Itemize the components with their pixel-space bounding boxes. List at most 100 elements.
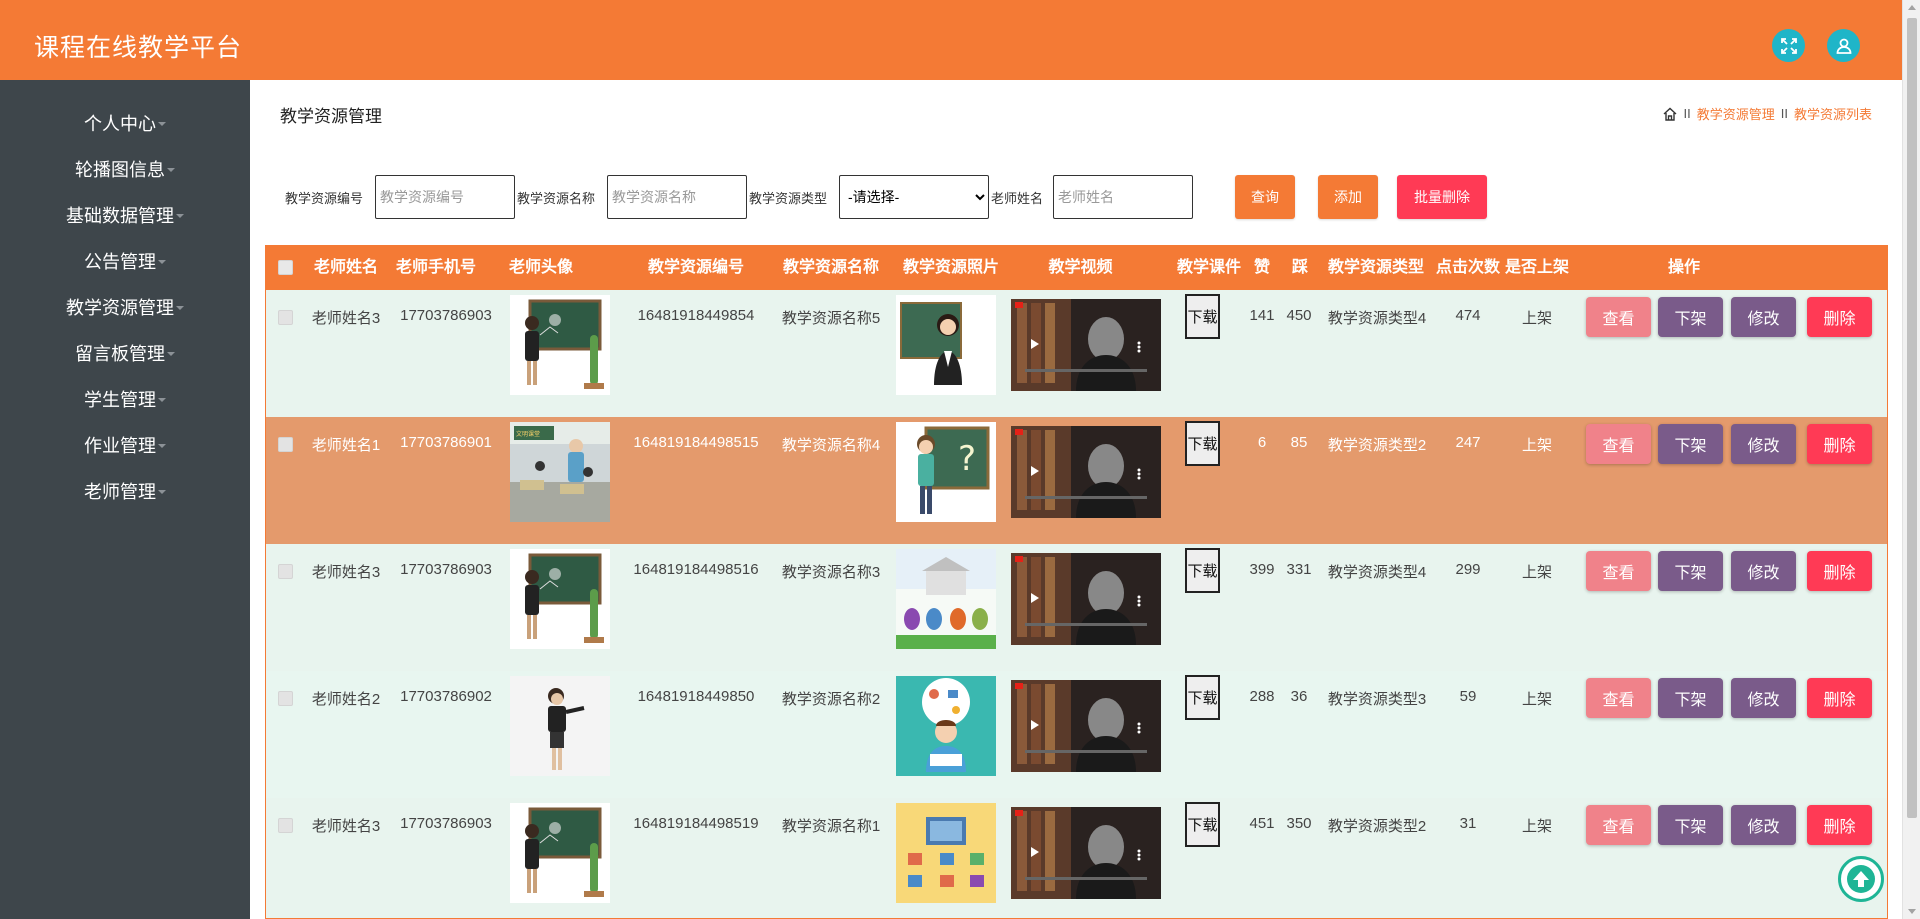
chevron-down-icon <box>158 490 166 494</box>
col-actions[interactable]: 操作 <box>1634 246 1734 290</box>
code-label: 教学资源编号 <box>285 191 364 206</box>
col-teacher-phone[interactable]: 老师手机号 <box>391 246 481 290</box>
sidebar-item-carousel[interactable]: 轮播图信息 <box>0 149 250 189</box>
cell-status: 上架 <box>1521 818 1552 835</box>
chevron-down-icon <box>158 398 166 402</box>
svg-text:文明课堂: 文明课堂 <box>516 430 540 438</box>
breadcrumb-level1[interactable]: 教学资源管理 <box>1697 104 1775 123</box>
view-button[interactable]: 查看 <box>1586 424 1651 464</box>
edit-button[interactable]: 修改 <box>1731 551 1796 591</box>
col-resource-code[interactable]: 教学资源编号 <box>636 246 756 290</box>
scrollbar-thumb[interactable] <box>1907 18 1917 818</box>
download-courseware-button[interactable]: 下载 <box>1185 548 1220 593</box>
table-row[interactable]: 老师姓名3 17703786903 164819184498519 教学资源名称… <box>266 798 1887 918</box>
unshelf-button[interactable]: 下架 <box>1658 297 1723 337</box>
edit-button[interactable]: 修改 <box>1731 678 1796 718</box>
row-checkbox[interactable] <box>278 564 293 579</box>
row-checkbox[interactable] <box>278 818 293 833</box>
resource-photo-image <box>896 295 996 395</box>
sidebar-item-personal-center[interactable]: 个人中心 <box>0 103 250 143</box>
teaching-video-thumbnail[interactable] <box>1011 299 1161 391</box>
scroll-down-arrow-icon[interactable] <box>1908 909 1916 914</box>
delete-button[interactable]: 删除 <box>1807 424 1872 464</box>
teaching-video-thumbnail[interactable] <box>1011 807 1161 899</box>
sidebar-item-label: 公告管理 <box>84 252 156 272</box>
delete-button[interactable]: 删除 <box>1807 805 1872 845</box>
cell-status: 上架 <box>1521 691 1552 708</box>
edit-button[interactable]: 修改 <box>1731 805 1796 845</box>
col-resource-type[interactable]: 教学资源类型 <box>1321 246 1431 290</box>
breadcrumb-separator: II <box>1780 106 1788 121</box>
download-courseware-button[interactable]: 下载 <box>1185 421 1220 466</box>
col-likes[interactable]: 赞 <box>1248 246 1276 290</box>
cell-name: 教学资源名称2 <box>781 691 881 708</box>
page-scrollbar[interactable] <box>1902 0 1920 919</box>
fullscreen-button[interactable] <box>1772 29 1805 62</box>
unshelf-button[interactable]: 下架 <box>1658 551 1723 591</box>
teaching-video-thumbnail[interactable] <box>1011 426 1161 518</box>
sidebar-item-label: 作业管理 <box>84 436 156 456</box>
name-input[interactable] <box>607 175 747 219</box>
view-button[interactable]: 查看 <box>1586 678 1651 718</box>
unshelf-button[interactable]: 下架 <box>1658 805 1723 845</box>
type-select[interactable]: -请选择- <box>839 175 989 219</box>
edit-button[interactable]: 修改 <box>1731 424 1796 464</box>
query-button[interactable]: 查询 <box>1235 175 1295 219</box>
delete-button[interactable]: 删除 <box>1807 297 1872 337</box>
download-courseware-button[interactable]: 下载 <box>1185 802 1220 847</box>
delete-button[interactable]: 删除 <box>1807 678 1872 718</box>
cell-teacher: 老师姓名3 <box>311 818 381 835</box>
unshelf-button[interactable]: 下架 <box>1658 424 1723 464</box>
cell-dislikes: 36 <box>1290 688 1308 705</box>
col-teacher-avatar[interactable]: 老师头像 <box>501 246 581 290</box>
col-dislikes[interactable]: 踩 <box>1286 246 1314 290</box>
unshelf-button[interactable]: 下架 <box>1658 678 1723 718</box>
col-clicks[interactable]: 点击次数 <box>1433 246 1503 290</box>
edit-button[interactable]: 修改 <box>1731 297 1796 337</box>
user-button[interactable] <box>1827 29 1860 62</box>
col-resource-photo[interactable]: 教学资源照片 <box>896 246 1006 290</box>
col-teacher-name[interactable]: 老师姓名 <box>306 246 386 290</box>
col-courseware[interactable]: 教学课件 <box>1169 246 1249 290</box>
delete-button[interactable]: 删除 <box>1807 551 1872 591</box>
name-label: 教学资源名称 <box>517 191 596 206</box>
sidebar-item-teaching-resources[interactable]: 教学资源管理 <box>0 287 250 327</box>
row-checkbox[interactable] <box>278 691 293 706</box>
sidebar-item-message-board[interactable]: 留言板管理 <box>0 333 250 373</box>
sidebar-item-basic-data[interactable]: 基础数据管理 <box>0 195 250 235</box>
col-resource-name[interactable]: 教学资源名称 <box>771 246 891 290</box>
view-button[interactable]: 查看 <box>1586 805 1651 845</box>
teacher-input[interactable] <box>1053 175 1193 219</box>
home-icon[interactable] <box>1662 106 1678 122</box>
cell-code: 164819184498515 <box>633 434 759 451</box>
select-all-checkbox[interactable] <box>278 260 293 275</box>
batch-delete-button[interactable]: 批量删除 <box>1397 175 1487 219</box>
col-video[interactable]: 教学视频 <box>1038 246 1123 290</box>
view-button[interactable]: 查看 <box>1586 551 1651 591</box>
table-row[interactable]: 老师姓名3 17703786903 16481918449854 教学资源名称5… <box>266 290 1887 417</box>
cell-name: 教学资源名称4 <box>781 437 881 454</box>
download-courseware-button[interactable]: 下载 <box>1185 294 1220 339</box>
col-status[interactable]: 是否上架 <box>1502 246 1572 290</box>
row-checkbox[interactable] <box>278 437 293 452</box>
scroll-up-arrow-icon[interactable] <box>1908 5 1916 10</box>
sidebar-item-announcements[interactable]: 公告管理 <box>0 241 250 281</box>
table-row[interactable]: 老师姓名1 17703786901 文明课堂 164819184498515 教… <box>266 417 1887 544</box>
view-button[interactable]: 查看 <box>1586 297 1651 337</box>
back-to-top-button[interactable] <box>1838 856 1884 902</box>
cell-name: 教学资源名称5 <box>781 310 881 327</box>
row-checkbox[interactable] <box>278 310 293 325</box>
table-row[interactable]: 老师姓名2 17703786902 16481918449850 教学资源名称2… <box>266 671 1887 798</box>
sidebar-item-homework[interactable]: 作业管理 <box>0 425 250 465</box>
add-button[interactable]: 添加 <box>1318 175 1378 219</box>
cell-code: 164819184498519 <box>633 815 759 832</box>
teaching-video-thumbnail[interactable] <box>1011 553 1161 645</box>
table-row[interactable]: 老师姓名3 17703786903 164819184498516 教学资源名称… <box>266 544 1887 671</box>
chevron-down-icon <box>158 444 166 448</box>
teaching-video-thumbnail[interactable] <box>1011 680 1161 772</box>
breadcrumb-level2[interactable]: 教学资源列表 <box>1794 104 1872 123</box>
download-courseware-button[interactable]: 下载 <box>1185 675 1220 720</box>
sidebar-item-teachers[interactable]: 老师管理 <box>0 471 250 511</box>
sidebar-item-students[interactable]: 学生管理 <box>0 379 250 419</box>
code-input[interactable] <box>375 175 515 219</box>
